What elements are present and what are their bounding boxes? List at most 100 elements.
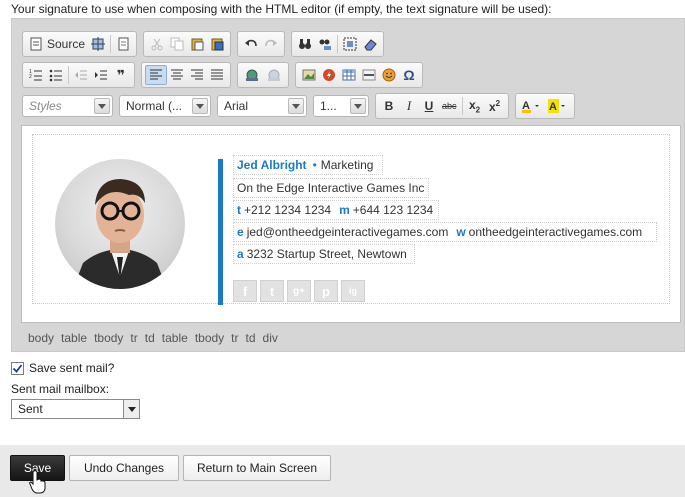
signature-mobile: +644 123 1234 xyxy=(352,203,434,217)
background-color-button[interactable]: A xyxy=(545,96,571,116)
save-sent-mail-checkbox[interactable] xyxy=(11,361,24,375)
email-label: e xyxy=(237,225,244,239)
align-right-button[interactable] xyxy=(187,65,207,85)
facebook-icon[interactable]: f xyxy=(233,280,257,302)
text-color-button[interactable]: A xyxy=(519,96,545,116)
styles-combo-value: Styles xyxy=(29,99,62,113)
subscript-button[interactable]: x2 xyxy=(465,96,485,116)
twitter-icon[interactable]: t xyxy=(260,280,284,302)
scissors-icon xyxy=(151,38,163,51)
replace-icon xyxy=(319,39,332,50)
underline-button[interactable]: U xyxy=(419,96,439,116)
toolbar-group-lists: 12 ❞ xyxy=(22,62,135,88)
profile-photo-image xyxy=(73,179,167,289)
outdent-button[interactable] xyxy=(71,65,91,85)
svg-text:2: 2 xyxy=(29,74,32,80)
font-size-combo[interactable]: 1... xyxy=(313,95,369,117)
paste-word-button[interactable] xyxy=(207,34,227,54)
unlink-icon xyxy=(268,69,280,81)
styles-combo[interactable]: Styles xyxy=(22,95,113,117)
signature-company: On the Edge Interactive Games Inc xyxy=(237,181,425,195)
select-all-button[interactable] xyxy=(340,34,360,54)
blockquote-button[interactable]: ❞ xyxy=(111,65,131,85)
table-button[interactable] xyxy=(339,65,359,85)
toolbar-group-basic-styles: B I U abc x2 x2 xyxy=(375,93,509,119)
bold-button[interactable]: B xyxy=(379,96,399,116)
signature-name-row: Jed Albright • Marketing xyxy=(233,155,383,175)
smiley-button[interactable] xyxy=(379,65,399,85)
link-button[interactable] xyxy=(241,65,263,85)
editor-content-area[interactable]: Jed Albright • Marketing On the Edge Int… xyxy=(21,125,681,323)
remove-format-button[interactable] xyxy=(360,34,380,54)
copy-button[interactable] xyxy=(167,34,187,54)
sent-mailbox-select[interactable]: Sent xyxy=(11,399,140,419)
special-char-button[interactable]: Ω xyxy=(399,65,419,85)
bulleted-list-button[interactable] xyxy=(46,65,66,85)
flash-button[interactable] xyxy=(319,65,339,85)
horizontal-rule-button[interactable] xyxy=(359,65,379,85)
format-combo-value: Normal (... xyxy=(126,99,183,113)
image-icon xyxy=(302,69,316,81)
undo-changes-button[interactable]: Undo Changes xyxy=(69,455,179,481)
font-combo[interactable]: Arial xyxy=(217,95,307,117)
undo-button[interactable] xyxy=(241,34,261,54)
maximize-button[interactable] xyxy=(88,34,108,54)
indent-button[interactable] xyxy=(91,65,111,85)
signature-phone: +212 1234 1234 xyxy=(244,203,332,217)
profile-photo xyxy=(55,159,185,289)
chevron-down-icon[interactable] xyxy=(288,98,304,114)
format-combo[interactable]: Normal (... xyxy=(119,95,211,117)
subscript-icon: x2 xyxy=(469,98,480,114)
google-plus-icon[interactable]: g+ xyxy=(287,280,311,302)
path-item[interactable]: tr xyxy=(231,331,238,345)
align-left-button[interactable] xyxy=(145,65,167,85)
redo-button[interactable] xyxy=(261,34,281,54)
unlink-button[interactable] xyxy=(263,65,285,85)
pinterest-icon[interactable]: p xyxy=(314,280,338,302)
chevron-down-icon[interactable] xyxy=(94,98,110,114)
path-item[interactable]: body xyxy=(28,331,54,345)
italic-button[interactable]: I xyxy=(399,96,419,116)
toolbar-separator xyxy=(337,35,339,53)
chevron-down-icon[interactable] xyxy=(192,98,208,114)
superscript-icon: x2 xyxy=(489,99,500,114)
align-center-button[interactable] xyxy=(167,65,187,85)
justify-button[interactable] xyxy=(207,65,227,85)
return-to-main-button[interactable]: Return to Main Screen xyxy=(183,455,331,481)
path-item[interactable]: td xyxy=(246,331,256,345)
signature-intro-text: Your signature to use when composing wit… xyxy=(11,2,552,16)
path-item[interactable]: div xyxy=(263,331,278,345)
toolbar-row-1: Source xyxy=(22,31,390,57)
replace-button[interactable] xyxy=(315,34,335,54)
path-item[interactable]: tbody xyxy=(195,331,224,345)
sent-mailbox-label: Sent mail mailbox: xyxy=(11,382,110,396)
instagram-icon[interactable]: ig xyxy=(341,280,365,302)
signature-address: 3232 Startup Street, Newtown xyxy=(246,247,407,261)
image-button[interactable] xyxy=(299,65,319,85)
html-editor: Source 1 2 ❞ Ω Styles Normal (... Arial … xyxy=(11,18,685,352)
show-blocks-button[interactable] xyxy=(113,34,133,54)
strikethrough-button[interactable]: abc xyxy=(439,96,460,116)
chevron-down-icon[interactable] xyxy=(350,98,366,114)
footer-bar: Save Undo Changes Return to Main Screen xyxy=(0,445,685,497)
document-icon xyxy=(118,37,129,51)
toolbar-separator xyxy=(68,66,69,84)
cut-button[interactable] xyxy=(147,34,167,54)
path-item[interactable]: table xyxy=(61,331,87,345)
toolbar-row-3: Styles Normal (... Arial 1... B I U abc … xyxy=(22,93,581,119)
path-item[interactable]: tbody xyxy=(94,331,123,345)
numbered-list-button[interactable]: 12 xyxy=(26,65,46,85)
find-button[interactable] xyxy=(295,34,315,54)
toolbar-separator xyxy=(461,97,463,115)
path-item[interactable]: td xyxy=(145,331,155,345)
indent-icon xyxy=(95,70,107,80)
binoculars-icon xyxy=(299,39,312,49)
font-combo-value: Arial xyxy=(224,99,249,113)
path-item[interactable]: table xyxy=(162,331,188,345)
superscript-button[interactable]: x2 xyxy=(485,96,505,116)
chevron-down-icon[interactable] xyxy=(123,400,139,418)
undo-icon xyxy=(245,39,257,47)
paste-button[interactable] xyxy=(187,34,207,54)
source-button[interactable]: Source xyxy=(26,34,88,54)
path-item[interactable]: tr xyxy=(130,331,137,345)
